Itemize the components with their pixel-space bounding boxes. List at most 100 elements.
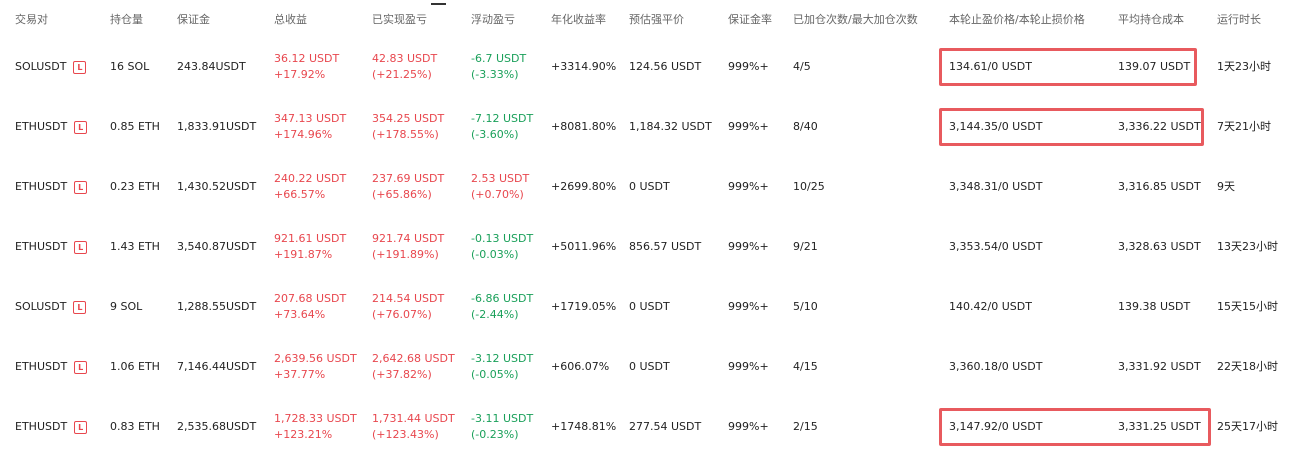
qty: 1.06 ETH	[110, 360, 160, 373]
avg-cost: 3,331.92 USDT	[1118, 360, 1201, 373]
add-count: 9/21	[793, 240, 818, 253]
total-profit-pct: +66.57%	[274, 188, 326, 201]
qty: 0.23 ETH	[110, 180, 160, 193]
liquidation-price: 0 USDT	[629, 180, 670, 193]
header-tp-sl[interactable]: 本轮止盈价格/本轮止损价格	[949, 11, 1085, 29]
runtime: 1天23小时	[1217, 60, 1271, 73]
margin: 1,288.55USDT	[177, 300, 257, 313]
annual-return: +5011.96%	[551, 240, 617, 253]
realized-pnl-pct: (+21.25%)	[372, 68, 432, 81]
add-count: 2/15	[793, 420, 818, 433]
floating-pnl-pct: (-2.44%)	[471, 308, 519, 321]
margin: 3,540.87USDT	[177, 240, 257, 253]
total-profit-pct: +37.77%	[274, 368, 326, 381]
runtime: 13天23小时	[1217, 240, 1278, 253]
liquidation-price: 0 USDT	[629, 360, 670, 373]
header-annual[interactable]: 年化收益率	[551, 11, 606, 29]
header-pair[interactable]: 交易对	[15, 11, 48, 29]
qty: 0.85 ETH	[110, 120, 160, 133]
avg-cost: 3,316.85 USDT	[1118, 180, 1201, 193]
table-row[interactable]: ETHUSDT L 1.43 ETH 3,540.87USDT 921.61 US…	[0, 217, 1316, 277]
highlight-box	[939, 408, 1211, 446]
table-row[interactable]: ETHUSDT L 0.23 ETH 1,430.52USDT 240.22 US…	[0, 157, 1316, 217]
avg-cost: 139.38 USDT	[1118, 300, 1191, 313]
tp-sl-price: 3,348.31/0 USDT	[949, 180, 1043, 193]
margin: 2,535.68USDT	[177, 420, 257, 433]
floating-pnl-pct: (-3.33%)	[471, 68, 519, 81]
floating-pnl-pct: (-0.23%)	[471, 428, 519, 441]
tp-sl-price: 140.42/0 USDT	[949, 300, 1032, 313]
liquidation-price: 0 USDT	[629, 300, 670, 313]
realized-pnl-pct: (+65.86%)	[372, 188, 432, 201]
tp-sl-price: 3,360.18/0 USDT	[949, 360, 1043, 373]
runtime: 22天18小时	[1217, 360, 1278, 373]
liquidation-price: 1,184.32 USDT	[629, 120, 712, 133]
total-profit-pct: +17.92%	[274, 68, 326, 81]
pair-name: ETHUSDT	[15, 360, 68, 373]
realized-pnl-pct: (+37.82%)	[372, 368, 432, 381]
header-adds[interactable]: 已加仓次数/最大加仓次数	[793, 11, 918, 29]
annual-return: +3314.90%	[551, 60, 617, 73]
table-row[interactable]: ETHUSDT L 1.06 ETH 7,146.44USDT 2,639.56 …	[0, 337, 1316, 397]
annual-return: +1719.05%	[551, 300, 617, 313]
total-profit-pct: +174.96%	[274, 128, 333, 141]
header-avg-cost[interactable]: 平均持仓成本	[1118, 11, 1184, 29]
pair-cell: ETHUSDT L	[15, 418, 88, 436]
liquidation-price: 856.57 USDT	[629, 240, 702, 253]
qty: 1.43 ETH	[110, 240, 160, 253]
header-floating[interactable]: 浮动盈亏	[471, 11, 515, 29]
runtime: 25天17小时	[1217, 420, 1278, 433]
pair-cell: SOLUSDT L	[15, 298, 87, 316]
pair-name: ETHUSDT	[15, 180, 68, 193]
header-qty[interactable]: 持仓量	[110, 11, 143, 29]
header-margin[interactable]: 保证金	[177, 11, 210, 29]
runtime: 9天	[1217, 180, 1235, 193]
header-margin-rate[interactable]: 保证金率	[728, 11, 772, 29]
pair-name: SOLUSDT	[15, 60, 67, 73]
table-header: 交易对 持仓量 保证金 总收益 已实现盈亏 浮动盈亏 年化收益率 预估强平价 保…	[0, 0, 1316, 40]
floating-pnl-pct: (-0.05%)	[471, 368, 519, 381]
long-badge: L	[73, 300, 87, 314]
annual-return: +1748.81%	[551, 420, 617, 433]
header-total[interactable]: 总收益	[274, 11, 307, 29]
margin: 1,430.52USDT	[177, 180, 257, 193]
add-count: 4/15	[793, 360, 818, 373]
add-count: 8/40	[793, 120, 818, 133]
realized-pnl-pct: (+76.07%)	[372, 308, 432, 321]
annual-return: +2699.80%	[551, 180, 617, 193]
pair-cell: ETHUSDT L	[15, 118, 88, 136]
pair-cell: ETHUSDT L	[15, 178, 88, 196]
avg-cost: 3,328.63 USDT	[1118, 240, 1201, 253]
long-badge: L	[74, 180, 88, 194]
header-realized[interactable]: 已实现盈亏	[372, 11, 427, 29]
runtime: 7天21小时	[1217, 120, 1271, 133]
margin-rate: 999%+	[728, 60, 769, 73]
pair-cell: ETHUSDT L	[15, 238, 88, 256]
liquidation-price: 124.56 USDT	[629, 60, 702, 73]
long-badge: L	[74, 120, 88, 134]
margin-rate: 999%+	[728, 300, 769, 313]
header-runtime[interactable]: 运行时长	[1217, 11, 1261, 29]
highlight-box	[939, 108, 1204, 146]
realized-pnl-pct: (+191.89%)	[372, 248, 439, 261]
highlight-box	[939, 48, 1197, 86]
table-row[interactable]: SOLUSDT L 9 SOL 1,288.55USDT 207.68 USDT …	[0, 277, 1316, 337]
total-profit-pct: +191.87%	[274, 248, 333, 261]
add-count: 5/10	[793, 300, 818, 313]
pair-cell: SOLUSDT L	[15, 58, 87, 76]
pair-name: ETHUSDT	[15, 120, 68, 133]
total-profit-pct: +123.21%	[274, 428, 333, 441]
qty: 9 SOL	[110, 300, 143, 313]
long-badge: L	[74, 240, 88, 254]
margin-rate: 999%+	[728, 180, 769, 193]
margin-rate: 999%+	[728, 420, 769, 433]
pair-name: ETHUSDT	[15, 240, 68, 253]
realized-pnl-pct: (+123.43%)	[372, 428, 439, 441]
pair-name: ETHUSDT	[15, 420, 68, 433]
pair-cell: ETHUSDT L	[15, 358, 88, 376]
pair-name: SOLUSDT	[15, 300, 67, 313]
header-liq[interactable]: 预估强平价	[629, 11, 684, 29]
tp-sl-price: 3,353.54/0 USDT	[949, 240, 1043, 253]
liquidation-price: 277.54 USDT	[629, 420, 702, 433]
add-count: 4/5	[793, 60, 811, 73]
